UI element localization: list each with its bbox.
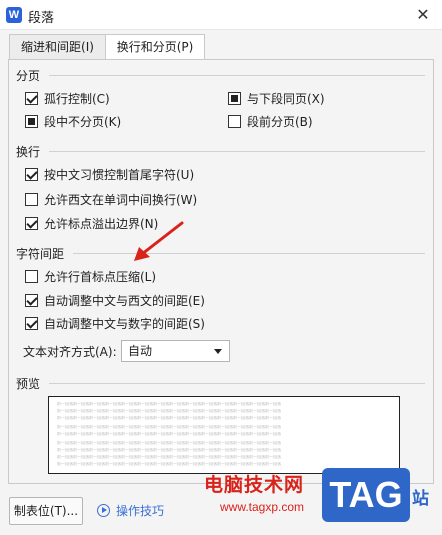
section-preview-heading: 预览	[16, 377, 41, 391]
preview-line: 前一段落前一段落前一段落前一段落前一段落前一段落前一段落前一段落前一段落前一段落…	[57, 462, 281, 466]
section-pagination-heading: 分页	[16, 69, 41, 83]
watermark-suffix: 站	[412, 489, 429, 509]
checkbox-box	[25, 217, 38, 230]
divider	[73, 253, 425, 254]
divider	[49, 151, 425, 152]
option-label: 段中不分页(K)	[44, 115, 122, 129]
checkbox-box	[228, 92, 241, 105]
option-label: 允许西文在单词中间换行(W)	[44, 193, 198, 207]
tab-stops-button[interactable]: 制表位(T)...	[9, 497, 83, 525]
divider	[49, 75, 425, 76]
checkbox-box	[228, 115, 241, 128]
checkbox-box	[25, 115, 38, 128]
checkbox-box	[25, 92, 38, 105]
option-label: 按中文习惯控制首尾字符(U)	[44, 168, 195, 182]
checkbox-box	[25, 193, 38, 206]
tab-line-page-break[interactable]: 换行和分页(P)	[105, 34, 205, 61]
preview-line: 前一段落前一段落前一段落前一段落前一段落前一段落前一段落前一段落前一段落前一段落…	[57, 425, 281, 429]
title-bar: W 段落 ✕	[0, 0, 442, 30]
chevron-down-icon	[214, 349, 222, 354]
divider	[49, 383, 425, 384]
checkbox-box	[25, 294, 38, 307]
section-char-spacing-heading: 字符间距	[16, 247, 65, 261]
text-alignment-value: 自动	[128, 344, 153, 358]
section-line-break-heading: 换行	[16, 145, 41, 159]
watermark-site-name: 电脑技术网	[204, 474, 305, 496]
option-label: 段前分页(B)	[247, 115, 313, 129]
play-circle-icon	[97, 504, 110, 517]
operation-tips-link[interactable]: 操作技巧	[97, 502, 164, 520]
annotation-arrow-icon	[134, 221, 184, 261]
preview-line: 前一段落前一段落前一段落前一段落前一段落前一段落前一段落前一段落前一段落前一段落…	[57, 416, 281, 420]
close-icon: ✕	[416, 5, 430, 24]
tab-panel: 分页 孤行控制(C) 与下段同页(X) 段中不分页(K) 段前分页(B) 换行 …	[8, 59, 434, 484]
preview-line: 前一段落前一段落前一段落前一段落前一段落前一段落前一段落前一段落前一段落前一段落…	[57, 441, 281, 445]
text-alignment-select[interactable]: 自动	[121, 340, 230, 362]
tab-indent-spacing[interactable]: 缩进和间距(I)	[9, 34, 105, 60]
watermark-tag-logo: TAG	[322, 468, 410, 522]
checkbox-box	[25, 270, 38, 283]
option-label: 自动调整中文与西文的间距(E)	[44, 294, 205, 308]
preview-box: 前一段落前一段落前一段落前一段落前一段落前一段落前一段落前一段落前一段落前一段落…	[48, 396, 400, 474]
checkbox-box	[25, 168, 38, 181]
preview-line: 前一段落前一段落前一段落前一段落前一段落前一段落前一段落前一段落前一段落前一段落…	[57, 402, 281, 406]
wps-writer-icon: W	[6, 7, 22, 23]
preview-line: 前一段落前一段落前一段落前一段落前一段落前一段落前一段落前一段落前一段落前一段落…	[57, 432, 281, 436]
preview-line: 前一段落前一段落前一段落前一段落前一段落前一段落前一段落前一段落前一段落前一段落…	[57, 455, 281, 459]
option-label: 自动调整中文与数字的间距(S)	[44, 317, 205, 331]
option-label: 允许行首标点压缩(L)	[44, 270, 157, 284]
text-alignment-label: 文本对齐方式(A):	[23, 345, 117, 359]
watermark-url: www.tagxp.com	[220, 500, 305, 514]
dialog-title: 段落	[28, 11, 55, 26]
checkbox-box	[25, 317, 38, 330]
preview-line: 前一段落前一段落前一段落前一段落前一段落前一段落前一段落前一段落前一段落前一段落…	[57, 448, 281, 452]
preview-line: 前一段落前一段落前一段落前一段落前一段落前一段落前一段落前一段落前一段落前一段落…	[57, 409, 281, 413]
option-label: 与下段同页(X)	[247, 92, 325, 106]
tips-label: 操作技巧	[116, 504, 165, 518]
option-label: 孤行控制(C)	[44, 92, 110, 106]
close-button[interactable]: ✕	[410, 3, 436, 27]
